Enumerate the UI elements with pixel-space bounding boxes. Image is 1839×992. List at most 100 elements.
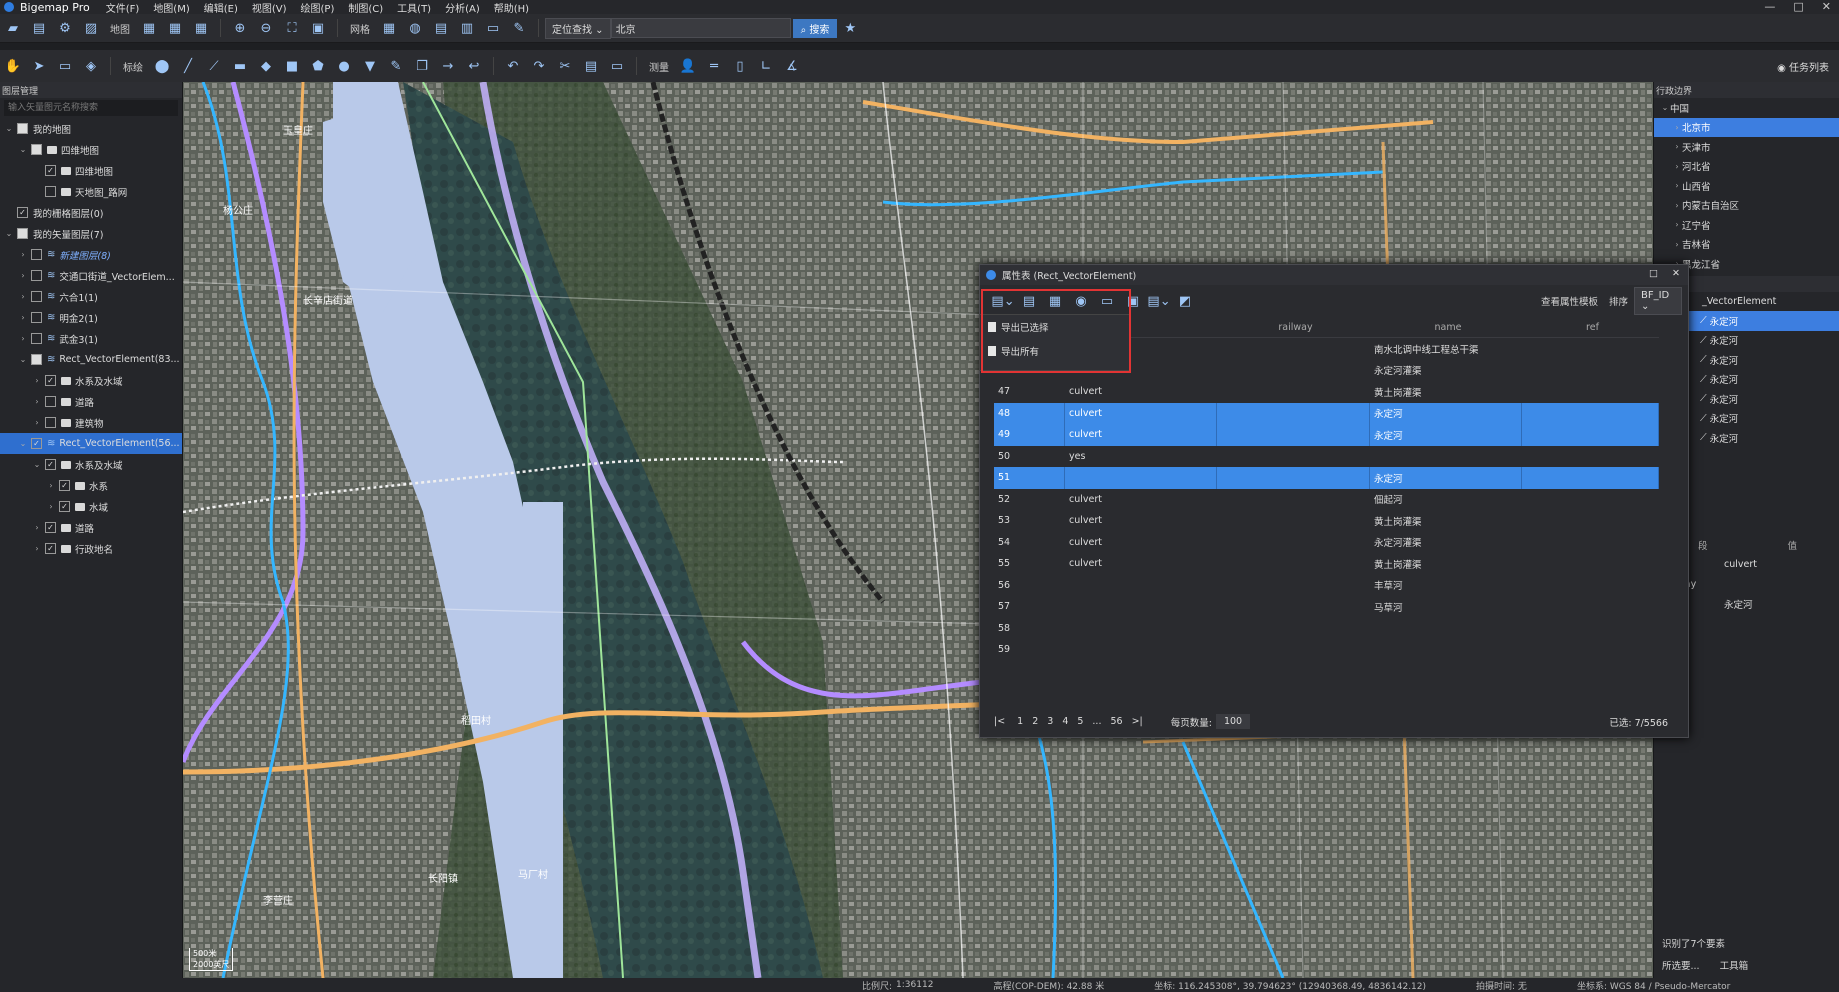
layer-tree-item[interactable]: ⌄ 我的地图 (0, 118, 182, 139)
table-cell-name[interactable]: 黄土岗灌渠 (1370, 381, 1522, 403)
table-cell-railway[interactable] (1217, 424, 1370, 446)
table-row[interactable]: 51 永定河 (994, 467, 1659, 489)
table-cell-id[interactable]: 58 (994, 618, 1065, 640)
table-cell-ref[interactable] (1522, 489, 1659, 511)
chevron-right-icon[interactable]: › (32, 376, 42, 385)
table-cell-railway[interactable] (1217, 639, 1370, 661)
curve-icon[interactable]: ↩ (463, 56, 485, 76)
layer-tree-item[interactable]: ⌄ ≋ Rect_VectorElement(83... (0, 349, 182, 370)
table-cell-name[interactable]: 丰草河 (1370, 575, 1522, 597)
maximize-icon[interactable]: □ (1793, 0, 1803, 13)
layer-tree-item[interactable]: › ✓ 行政地名 (0, 538, 182, 559)
map-source-icon[interactable]: ▦ (138, 18, 160, 38)
page-number[interactable]: ... (1092, 716, 1101, 727)
chevron-down-icon[interactable]: ⌄ (32, 460, 42, 469)
admin-item[interactable]: › 北京市 (1654, 117, 1839, 137)
new-file-icon[interactable]: ▤ (28, 18, 50, 38)
chevron-right-icon[interactable]: › (18, 334, 28, 343)
layer-checkbox[interactable]: ✓ (45, 543, 56, 554)
folder-icon[interactable]: ▭ (482, 18, 504, 38)
table-cell-ref[interactable] (1522, 510, 1659, 532)
table-cell-name[interactable]: 永定河灌渠 (1370, 532, 1522, 554)
table-cell-channel[interactable] (1065, 618, 1217, 640)
layer-tree-item[interactable]: ⌄ ✓ ≋ Rect_VectorElement(56... (0, 433, 182, 454)
table-cell-ref[interactable] (1522, 639, 1659, 661)
chevron-down-icon[interactable]: ⌄ (18, 355, 28, 364)
circle-icon[interactable]: ● (333, 56, 355, 76)
layer-checkbox[interactable] (31, 144, 42, 155)
page-number[interactable]: 1 (1017, 716, 1023, 727)
layer-tree-item[interactable]: ⌄ 四维地图 (0, 139, 182, 160)
layer-checkbox[interactable] (31, 333, 42, 344)
table-cell-name[interactable]: 黄土岗灌渠 (1370, 553, 1522, 575)
table-cell-id[interactable]: 47 (994, 381, 1065, 403)
admin-item[interactable]: › 吉林省 (1654, 235, 1839, 255)
table-cell-ref[interactable] (1522, 596, 1659, 618)
table-cell-id[interactable]: 50 (994, 446, 1065, 468)
table-icon[interactable]: ▤ (430, 18, 452, 38)
open-folder-icon[interactable]: ▰ (2, 18, 24, 38)
layer-tree-item[interactable]: › ✓ 水系及水域 (0, 370, 182, 391)
table-cell-ref[interactable] (1522, 360, 1659, 382)
table-row[interactable]: 57 马草河 (994, 596, 1659, 618)
zoom-to-icon[interactable]: ◩ (1174, 291, 1196, 311)
zoom-out-icon[interactable]: ⊖ (255, 18, 277, 38)
layer-checkbox[interactable]: ✓ (31, 438, 42, 449)
chevron-right-icon[interactable]: › (1672, 181, 1682, 190)
table-cell-railway[interactable] (1217, 338, 1370, 360)
layer-tree-item[interactable]: › ✓ 水系 (0, 475, 182, 496)
admin-item[interactable]: › 河北省 (1654, 157, 1839, 177)
chevron-right-icon[interactable]: › (18, 250, 28, 259)
person-icon[interactable]: 👤 (677, 56, 699, 76)
view-template-button[interactable]: 查看属性模板 (1541, 294, 1598, 308)
admin-item[interactable]: › 辽宁省 (1654, 215, 1839, 235)
table-cell-channel[interactable]: culvert (1065, 424, 1217, 446)
polyline-icon[interactable]: ⟋ (203, 56, 225, 76)
menu-item[interactable]: 绘图(P) (301, 4, 335, 15)
first-page-icon[interactable]: |< (994, 716, 1005, 727)
page-number[interactable]: 5 (1077, 716, 1083, 727)
table-cell-id[interactable]: 49 (994, 424, 1065, 446)
table-cell-railway[interactable] (1217, 489, 1370, 511)
cut-icon[interactable]: ✂ (554, 56, 576, 76)
compass-icon[interactable]: ∡ (781, 56, 803, 76)
hand-icon[interactable]: ✋ (2, 56, 24, 76)
table-cell-name[interactable] (1370, 446, 1522, 468)
layer-checkbox[interactable]: ✓ (17, 207, 28, 218)
col-railway[interactable]: railway (1217, 317, 1370, 337)
layer-checkbox[interactable] (31, 354, 42, 365)
marker-icon[interactable]: ⬤ (151, 56, 173, 76)
layer-checkbox[interactable]: ✓ (45, 459, 56, 470)
pointer-icon[interactable]: ➤ (28, 56, 50, 76)
select-box-icon[interactable]: ▭ (54, 56, 76, 76)
layout-icon[interactable]: ▥ (456, 18, 478, 38)
layer-tree-item[interactable]: ✓ 四维地图 (0, 160, 182, 181)
attr-maximize-icon[interactable]: □ (1649, 268, 1658, 279)
edit-icon[interactable]: ✎ (385, 56, 407, 76)
menu-item[interactable]: 制图(C) (348, 4, 383, 15)
chevron-right-icon[interactable]: › (1672, 201, 1682, 210)
table-cell-channel[interactable]: culvert (1065, 510, 1217, 532)
layer-checkbox[interactable]: ✓ (59, 480, 70, 491)
table-cell-id[interactable]: 56 (994, 575, 1065, 597)
layer-tree-item[interactable]: › 建筑物 (0, 412, 182, 433)
table-cell-ref[interactable] (1522, 575, 1659, 597)
layer-checkbox[interactable] (31, 249, 42, 260)
layer-checkbox[interactable] (45, 396, 56, 407)
table-cell-id[interactable]: 52 (994, 489, 1065, 511)
table-cell-id[interactable]: 59 (994, 639, 1065, 661)
table-cell-id[interactable]: 48 (994, 402, 1065, 424)
table-cell-name[interactable]: 黄土岗灌渠 (1370, 510, 1522, 532)
table-cell-id[interactable]: 57 (994, 596, 1065, 618)
menu-item[interactable]: 文件(F) (106, 4, 140, 15)
fit-icon[interactable]: ▣ (307, 18, 329, 38)
table-cell-channel[interactable]: culvert (1065, 553, 1217, 575)
table-cell-railway[interactable] (1217, 532, 1370, 554)
layer-tree-item[interactable]: › ≋ 明金2(1) (0, 307, 182, 328)
table-cell-railway[interactable] (1217, 510, 1370, 532)
menu-item[interactable]: 地图(M) (153, 4, 189, 15)
admin-root[interactable]: ⌄ 中国 (1654, 98, 1839, 118)
search-input[interactable] (610, 18, 791, 38)
table-cell-railway[interactable] (1217, 381, 1370, 403)
ruler-icon[interactable]: ▯ (729, 56, 751, 76)
